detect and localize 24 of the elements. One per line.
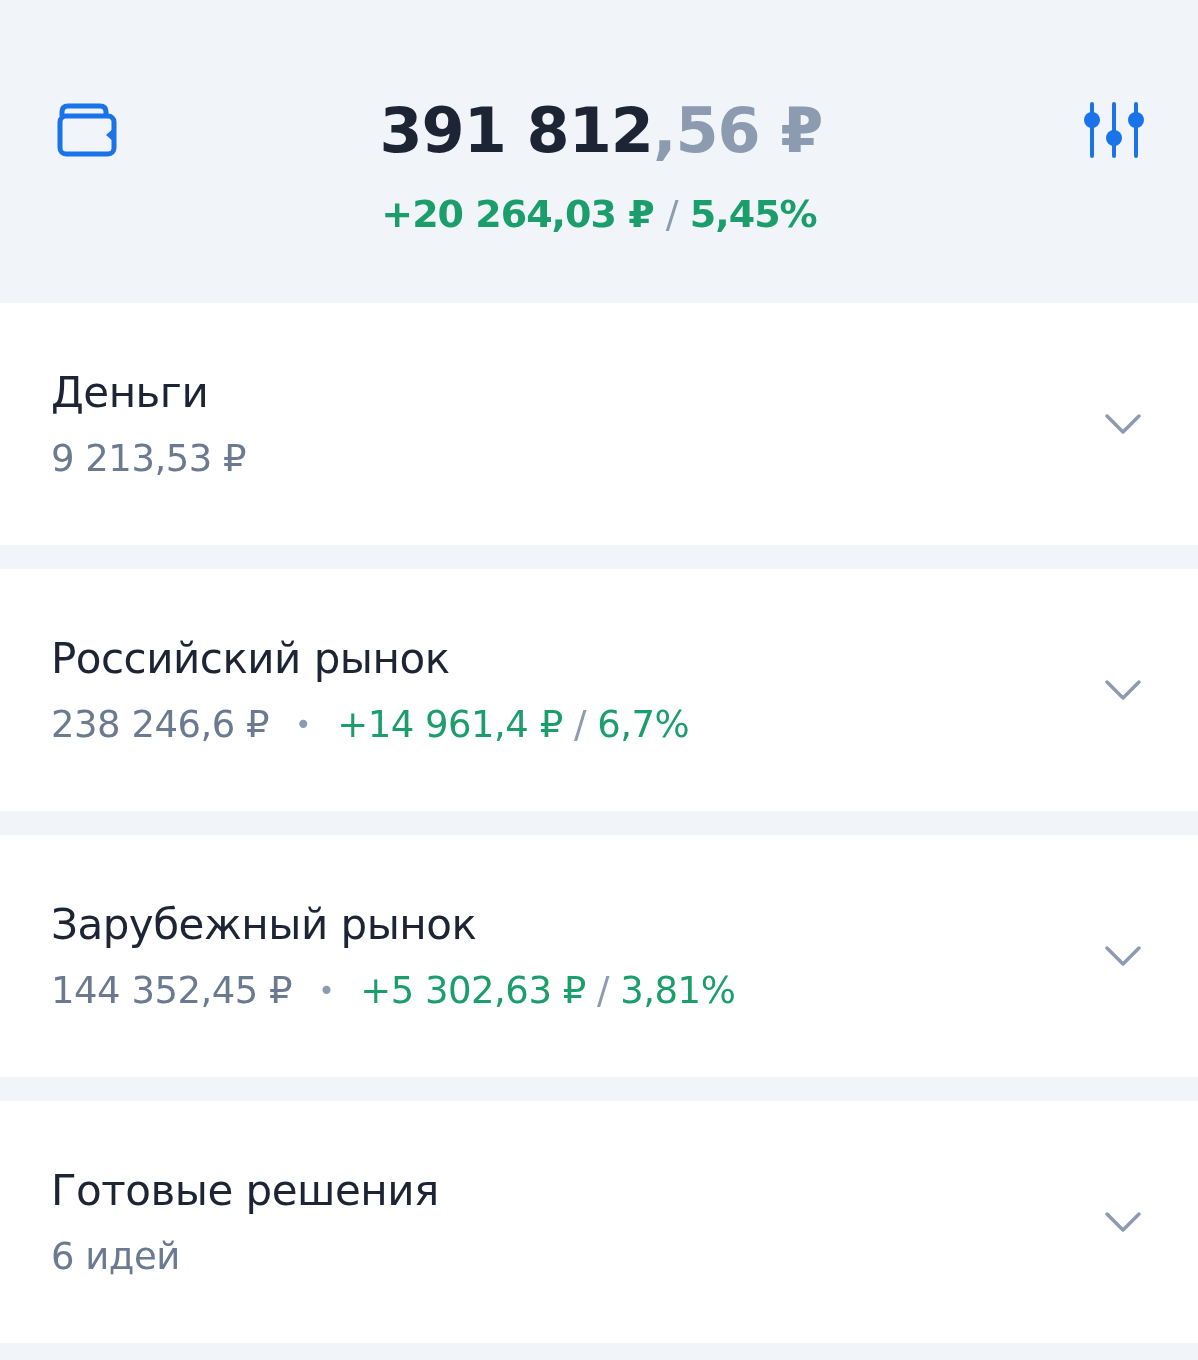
total-change: +20 264,03 ₽ / 5,45% — [380, 192, 818, 236]
chevron-icon[interactable] — [1104, 679, 1142, 701]
separator-dot: • — [318, 974, 335, 1007]
separator-dot: • — [295, 708, 312, 741]
section-change: +5 302,63 ₽ / 3,81% — [360, 969, 736, 1012]
wallet-icon[interactable] — [56, 102, 118, 158]
section-value: 9 213,53 ₽ — [51, 437, 247, 480]
section-title: Деньги — [51, 368, 210, 417]
portfolio-section[interactable]: Зарубежный рынок 144 352,45 ₽ • +5 302,63 ₽ / 3,81% — [0, 835, 1198, 1077]
portfolio-section[interactable]: Российский рынок 238 246,6 ₽ • +14 961,4 ₽ / 6,7% — [0, 569, 1198, 811]
chevron-icon[interactable] — [1104, 945, 1142, 967]
section-value: 144 352,45 ₽ — [51, 969, 293, 1012]
section-value: 238 246,6 ₽ — [51, 703, 270, 746]
section-change: +14 961,4 ₽ / 6,7% — [337, 703, 690, 746]
chevron-icon[interactable] — [1104, 413, 1142, 435]
chevron-icon[interactable] — [1104, 1211, 1142, 1233]
section-title: Зарубежный рынок — [51, 900, 478, 949]
section-value: 6 идей — [51, 1235, 180, 1278]
total-balance: 391 812,56 ₽ — [379, 93, 823, 167]
section-title: Российский рынок — [51, 634, 451, 683]
portfolio-section[interactable]: Готовые решения 6 идей — [0, 1101, 1198, 1343]
portfolio-section[interactable]: Деньги 9 213,53 ₽ — [0, 303, 1198, 545]
sliders-icon[interactable] — [1084, 102, 1144, 158]
section-title: Готовые решения — [51, 1166, 439, 1215]
